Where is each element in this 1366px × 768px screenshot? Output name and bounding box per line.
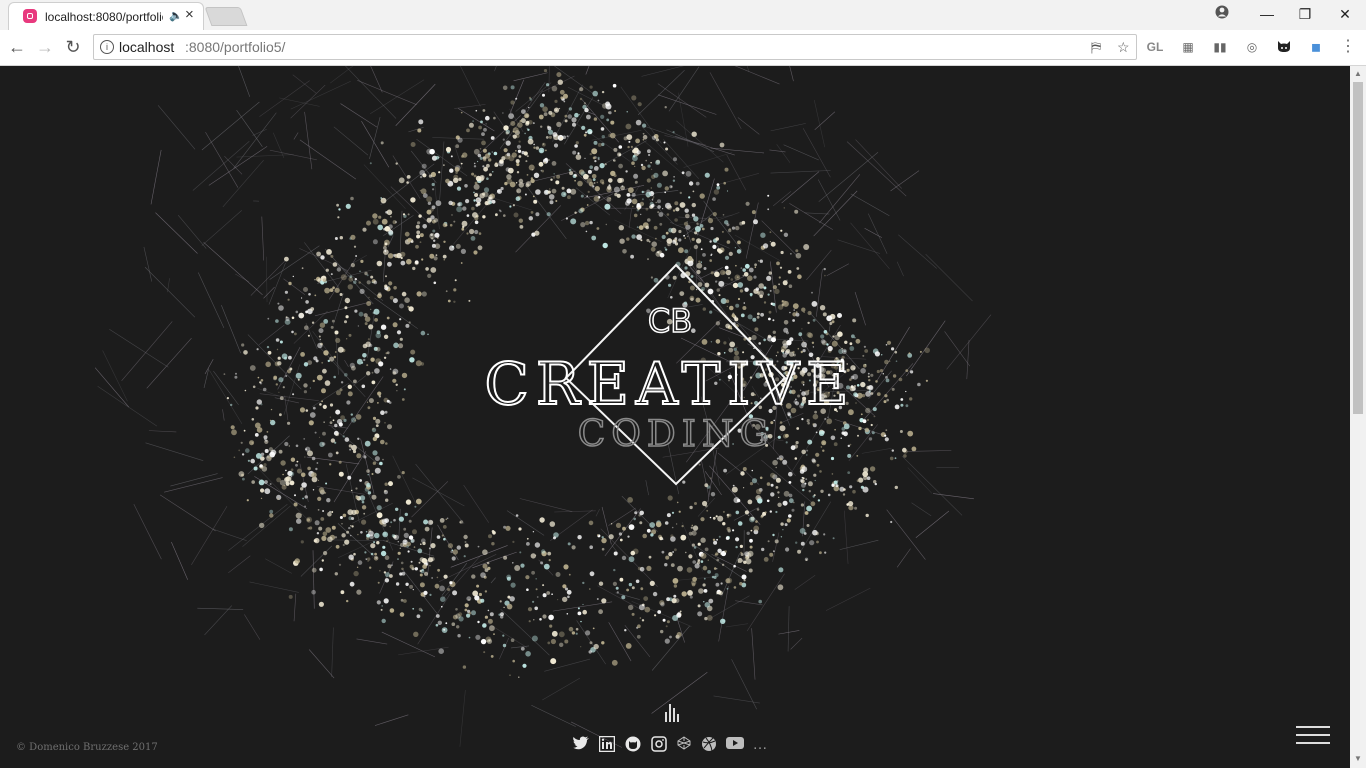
speaker-icon[interactable]: 🔈: [169, 9, 183, 22]
translate-icon[interactable]: ⛿: [1091, 39, 1101, 56]
creative-coding-logo: CB CREATIVE CODING: [484, 263, 856, 486]
tab-title: localhost:8080/portfolio5/: [45, 10, 163, 24]
dribbble-icon[interactable]: [700, 736, 718, 754]
logo-monogram: CB: [648, 302, 692, 340]
person-extension-icon[interactable]: ◼: [1307, 38, 1325, 56]
page-scrollbar[interactable]: ▲ ▼: [1350, 66, 1366, 768]
youtube-icon[interactable]: [726, 736, 744, 754]
browser-tabstrip: localhost:8080/portfolio5/ 🔈 × — ❐ ✕: [0, 0, 1366, 30]
scroll-thumb[interactable]: [1353, 82, 1363, 414]
reload-icon[interactable]: ↻: [62, 36, 84, 58]
audio-toggle-button[interactable]: [665, 702, 683, 722]
linkedin-icon[interactable]: [598, 735, 616, 754]
back-arrow-icon[interactable]: ←: [6, 36, 28, 58]
book-extension-icon[interactable]: ▮▮: [1211, 38, 1229, 56]
address-bar[interactable]: i localhost :8080/portfolio5/ ⛿ ☆: [93, 34, 1137, 60]
scroll-up-arrow-icon[interactable]: ▲: [1354, 69, 1362, 78]
logo-title-coding: CODING: [578, 414, 774, 455]
scroll-down-arrow-icon[interactable]: ▼: [1354, 754, 1362, 763]
browser-toolbar: ← → ↻ i localhost :8080/portfolio5/ ⛿ ☆ …: [0, 30, 1366, 66]
gl-extension-icon[interactable]: GL: [1146, 38, 1164, 56]
hamburger-menu-icon[interactable]: [1296, 726, 1330, 746]
minimize-button[interactable]: —: [1252, 3, 1282, 25]
page-canvas: CB CREATIVE CODING © Domenico Bruzzese 2…: [0, 66, 1350, 768]
sync-extension-icon[interactable]: ◎: [1243, 38, 1261, 56]
octocat-extension-icon[interactable]: [1275, 38, 1293, 56]
tab-close-button[interactable]: ×: [185, 6, 194, 23]
forward-arrow-icon[interactable]: →: [34, 36, 56, 58]
bookmark-star-icon[interactable]: ☆: [1117, 39, 1130, 56]
site-favicon-icon: [23, 9, 37, 23]
more-icon[interactable]: …: [751, 736, 769, 754]
profile-icon[interactable]: [1207, 3, 1237, 25]
url-path: :8080/portfolio5/: [185, 39, 286, 55]
logo-title-creative: CREATIVE: [485, 350, 856, 418]
footer-credit: © Domenico Bruzzese 2017: [16, 742, 158, 753]
browser-tab[interactable]: localhost:8080/portfolio5/ 🔈 ×: [8, 2, 204, 30]
window-close-button[interactable]: ✕: [1330, 3, 1360, 25]
grid-extension-icon[interactable]: ▦: [1179, 38, 1197, 56]
maximize-button[interactable]: ❐: [1290, 3, 1320, 25]
twitter-icon[interactable]: [572, 736, 590, 754]
github-icon[interactable]: [624, 736, 642, 754]
site-info-icon[interactable]: i: [100, 40, 114, 54]
instagram-icon[interactable]: [650, 736, 668, 754]
menu-dots-icon[interactable]: ⋮: [1339, 38, 1357, 56]
codepen-icon[interactable]: [675, 736, 693, 754]
url-host: localhost: [119, 39, 175, 55]
new-tab-button[interactable]: [204, 7, 248, 26]
